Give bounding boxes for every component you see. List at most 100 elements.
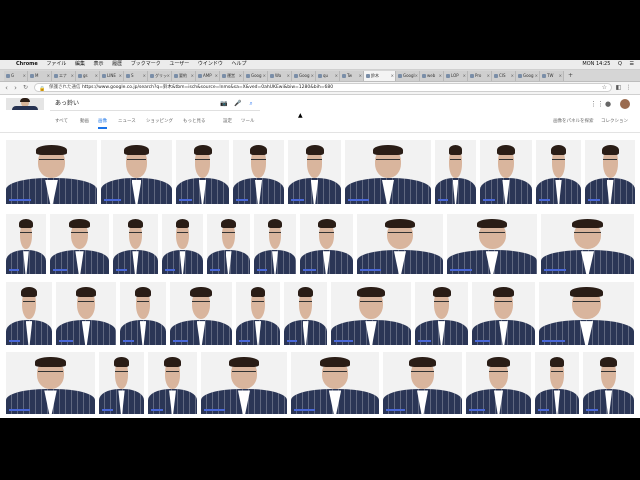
image-result[interactable] xyxy=(541,214,634,274)
menu-edit[interactable]: 編集 xyxy=(75,61,85,67)
browser-tab[interactable]: エナ × xyxy=(52,71,76,81)
tab-images[interactable]: 画像 xyxy=(98,116,107,129)
menu-history[interactable]: 履歴 xyxy=(112,61,122,67)
browser-tab[interactable]: TW × xyxy=(540,71,564,81)
browser-tab[interactable]: Goog × xyxy=(516,71,540,81)
image-result[interactable] xyxy=(331,282,411,345)
tab-close-icon[interactable]: × xyxy=(239,71,242,81)
tab-close-icon[interactable]: × xyxy=(439,71,442,81)
tab-close-icon[interactable]: × xyxy=(535,71,538,81)
image-result[interactable] xyxy=(236,282,280,345)
tab-videos[interactable]: 動画 xyxy=(80,116,89,128)
image-result[interactable] xyxy=(6,140,97,204)
explore-panel-link[interactable]: 画像をパネルを探索 xyxy=(553,119,594,124)
collections-link[interactable]: コレクション xyxy=(601,119,628,124)
image-result[interactable] xyxy=(472,282,535,345)
image-result[interactable] xyxy=(291,352,379,414)
reload-button[interactable]: ↻ xyxy=(21,83,30,93)
browser-tab[interactable]: G × xyxy=(4,71,28,81)
image-result[interactable] xyxy=(162,214,203,274)
tab-close-icon[interactable]: × xyxy=(71,71,74,81)
image-result[interactable] xyxy=(466,352,531,414)
browser-tab[interactable]: Wa × xyxy=(268,71,292,81)
image-result[interactable] xyxy=(50,214,109,274)
image-result[interactable] xyxy=(288,140,341,204)
notifications-icon[interactable]: ● xyxy=(604,98,612,110)
browser-tab[interactable]: LINE × xyxy=(100,71,124,81)
tab-close-icon[interactable]: × xyxy=(311,71,314,81)
image-result[interactable] xyxy=(6,282,52,345)
browser-tab[interactable]: M × xyxy=(28,71,52,81)
microphone-icon[interactable]: 🎤 xyxy=(234,99,242,109)
tab-close-icon[interactable]: × xyxy=(511,71,514,81)
image-result[interactable] xyxy=(201,352,287,414)
browser-tab[interactable]: qu × xyxy=(316,71,340,81)
browser-tab[interactable]: Goog × xyxy=(292,71,316,81)
tab-close-icon[interactable]: × xyxy=(287,71,290,81)
menu-user[interactable]: ユーザー xyxy=(169,61,189,67)
image-result[interactable] xyxy=(120,282,166,345)
camera-icon[interactable]: 📷 xyxy=(220,99,228,109)
browser-tab[interactable]: web × xyxy=(420,71,444,81)
menu-icon[interactable]: ⋮ xyxy=(625,84,632,91)
tab-close-icon[interactable]: × xyxy=(47,71,50,81)
tab-close-icon[interactable]: × xyxy=(263,71,266,81)
browser-tab[interactable]: S × xyxy=(124,71,148,81)
menu-window[interactable]: ウインドウ xyxy=(198,61,223,67)
tab-more[interactable]: もっと見る xyxy=(183,116,206,128)
tab-close-icon[interactable]: × xyxy=(95,71,98,81)
tab-news[interactable]: ニュース xyxy=(118,116,136,128)
tab-close-icon[interactable]: × xyxy=(415,71,418,81)
tab-close-icon[interactable]: × xyxy=(559,71,562,81)
tab-close-icon[interactable]: × xyxy=(359,71,362,81)
menu-help[interactable]: ヘルプ xyxy=(231,61,246,67)
tab-close-icon[interactable]: × xyxy=(391,71,394,81)
search-icon[interactable]: ⌕ xyxy=(247,99,255,109)
image-result[interactable] xyxy=(56,282,116,345)
tab-close-icon[interactable]: × xyxy=(143,71,146,81)
image-result[interactable] xyxy=(148,352,197,414)
image-result[interactable] xyxy=(176,140,229,204)
google-doodle-logo[interactable] xyxy=(6,98,44,110)
browser-tab[interactable]: グリッ × xyxy=(148,71,172,81)
browser-tab[interactable]: Goog × xyxy=(244,71,268,81)
image-result[interactable] xyxy=(233,140,284,204)
image-result[interactable] xyxy=(284,282,327,345)
forward-button[interactable]: › xyxy=(11,83,20,93)
tab-close-icon[interactable]: × xyxy=(119,71,122,81)
image-result[interactable] xyxy=(6,352,95,414)
image-result[interactable] xyxy=(383,352,462,414)
tab-close-icon[interactable]: × xyxy=(191,71,194,81)
tab-settings[interactable]: 設定 xyxy=(223,116,232,128)
tab-close-icon[interactable]: × xyxy=(23,71,26,81)
tab-tools[interactable]: ツール xyxy=(241,116,255,128)
avatar[interactable] xyxy=(620,99,630,109)
browser-tab[interactable]: 要約 × xyxy=(172,71,196,81)
browser-tab[interactable]: LOP × xyxy=(444,71,468,81)
browser-tab[interactable]: Tw × xyxy=(340,71,364,81)
extension-icon[interactable]: ◧ xyxy=(615,84,622,91)
browser-tab[interactable]: gs × xyxy=(76,71,100,81)
image-result[interactable] xyxy=(415,282,468,345)
image-result[interactable] xyxy=(254,214,296,274)
browser-tab[interactable]: Googl × xyxy=(396,71,420,81)
search-input[interactable]: あっ鈴い xyxy=(55,98,79,110)
image-result[interactable] xyxy=(480,140,532,204)
tab-close-icon[interactable]: × xyxy=(335,71,338,81)
image-result[interactable] xyxy=(536,140,581,204)
browser-tab[interactable]: Pro × xyxy=(468,71,492,81)
menu-file[interactable]: ファイル xyxy=(46,61,66,67)
tab-close-icon[interactable]: × xyxy=(487,71,490,81)
image-result[interactable] xyxy=(207,214,250,274)
search-box[interactable]: あっ鈴い 📷 🎤 ⌕ xyxy=(50,98,260,111)
image-result[interactable] xyxy=(447,214,537,274)
image-result[interactable] xyxy=(345,140,431,204)
image-result[interactable] xyxy=(113,214,158,274)
menu-bookmarks[interactable]: ブックマーク xyxy=(131,61,161,67)
tab-close-icon[interactable]: × xyxy=(215,71,218,81)
address-bar[interactable]: 🔒 保護された通信 https://www.google.co.jp/searc… xyxy=(34,83,612,92)
back-button[interactable]: ‹ xyxy=(2,83,11,93)
apps-grid-icon[interactable]: ⋮⋮ xyxy=(590,98,604,110)
tab-all[interactable]: すべて xyxy=(55,116,68,128)
tab-shopping[interactable]: ショッピング xyxy=(146,116,173,128)
